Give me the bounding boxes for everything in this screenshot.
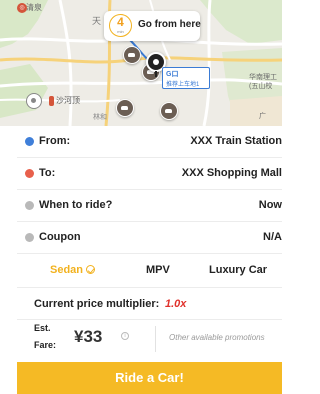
metro-line-marker-icon xyxy=(49,96,54,106)
coupon-label: Coupon xyxy=(39,231,81,243)
price-multiplier-row: Current price multiplier: 1.0x xyxy=(17,288,282,320)
locate-me-icon[interactable] xyxy=(26,93,42,109)
pickup-point-subtitle: 推荐上车地1 xyxy=(166,82,200,88)
eta-badge: 4 min xyxy=(109,14,132,37)
to-icon xyxy=(25,169,34,178)
pickup-point-label[interactable]: G口 推荐上车地1 xyxy=(162,67,210,89)
multiplier-label: Current price multiplier: xyxy=(34,298,160,310)
map-label-shahe: 沙河顶 xyxy=(56,96,80,105)
go-from-here-chip[interactable]: 4 min Go from here xyxy=(104,11,201,41)
map-label-linhe: 林和 xyxy=(93,114,107,121)
from-row[interactable]: From: XXX Train Station xyxy=(17,126,282,158)
promotions-link[interactable]: Other available promotions xyxy=(169,333,265,342)
to-row[interactable]: To: XXX Shopping Mall xyxy=(17,158,282,190)
tab-mpv[interactable]: MPV xyxy=(146,264,170,276)
coupon-value: N/A xyxy=(263,231,282,243)
ride-request-form: From: XXX Train Station To: XXX Shopping… xyxy=(17,126,282,358)
when-label: When to ride? xyxy=(39,199,113,211)
when-value: Now xyxy=(258,199,282,211)
pickup-pin-tail xyxy=(155,71,157,77)
map-label-guang: 广 xyxy=(259,113,266,120)
check-circle-icon xyxy=(86,265,96,274)
map-label-qingquan: 清泉 xyxy=(26,3,42,12)
est-label: Est. xyxy=(34,323,51,333)
from-value: XXX Train Station xyxy=(190,135,282,147)
tab-luxury-car[interactable]: Luxury Car xyxy=(209,264,267,276)
to-value: XXX Shopping Mall xyxy=(181,167,282,179)
eta-unit: min xyxy=(117,29,124,34)
eta-minutes: 4 xyxy=(117,15,124,29)
nearby-car-icon xyxy=(123,46,141,64)
clock-icon xyxy=(25,201,34,210)
tab-sedan[interactable]: Sedan xyxy=(50,264,96,276)
to-label: To: xyxy=(39,167,56,179)
ride-a-car-button[interactable]: Ride a Car! xyxy=(17,362,282,394)
from-icon xyxy=(25,137,34,146)
nearby-car-icon xyxy=(160,102,178,120)
tab-sedan-label: Sedan xyxy=(50,264,84,276)
from-label: From: xyxy=(39,135,71,147)
map-label-scut-line1: 华南理工 xyxy=(249,74,277,81)
map-view[interactable]: ◎ 清泉 天 4 min Go from here G口 推荐上车地1 华南理工… xyxy=(0,0,282,126)
fare-row: Est. Fare: ¥33 i Other available promoti… xyxy=(17,320,282,358)
when-row[interactable]: When to ride? Now xyxy=(17,190,282,222)
car-type-tabs: Sedan MPV Luxury Car xyxy=(17,254,282,288)
pickup-point-title: G口 xyxy=(166,71,179,78)
info-icon[interactable]: i xyxy=(121,332,129,340)
coupon-icon xyxy=(25,233,34,242)
fare-label: Fare: xyxy=(34,340,57,350)
go-from-here-label: Go from here xyxy=(138,19,201,30)
map-label-scut-line2: (五山校 xyxy=(249,83,273,90)
fare-price: ¥33 xyxy=(74,327,103,346)
fare-divider xyxy=(155,326,156,352)
coupon-row[interactable]: Coupon N/A xyxy=(17,222,282,254)
nearby-car-icon xyxy=(116,99,134,117)
map-label-tian: 天 xyxy=(92,16,102,26)
multiplier-value: 1.0x xyxy=(165,298,187,310)
map-label-scut: 华南理工 (五山校 xyxy=(249,73,277,91)
